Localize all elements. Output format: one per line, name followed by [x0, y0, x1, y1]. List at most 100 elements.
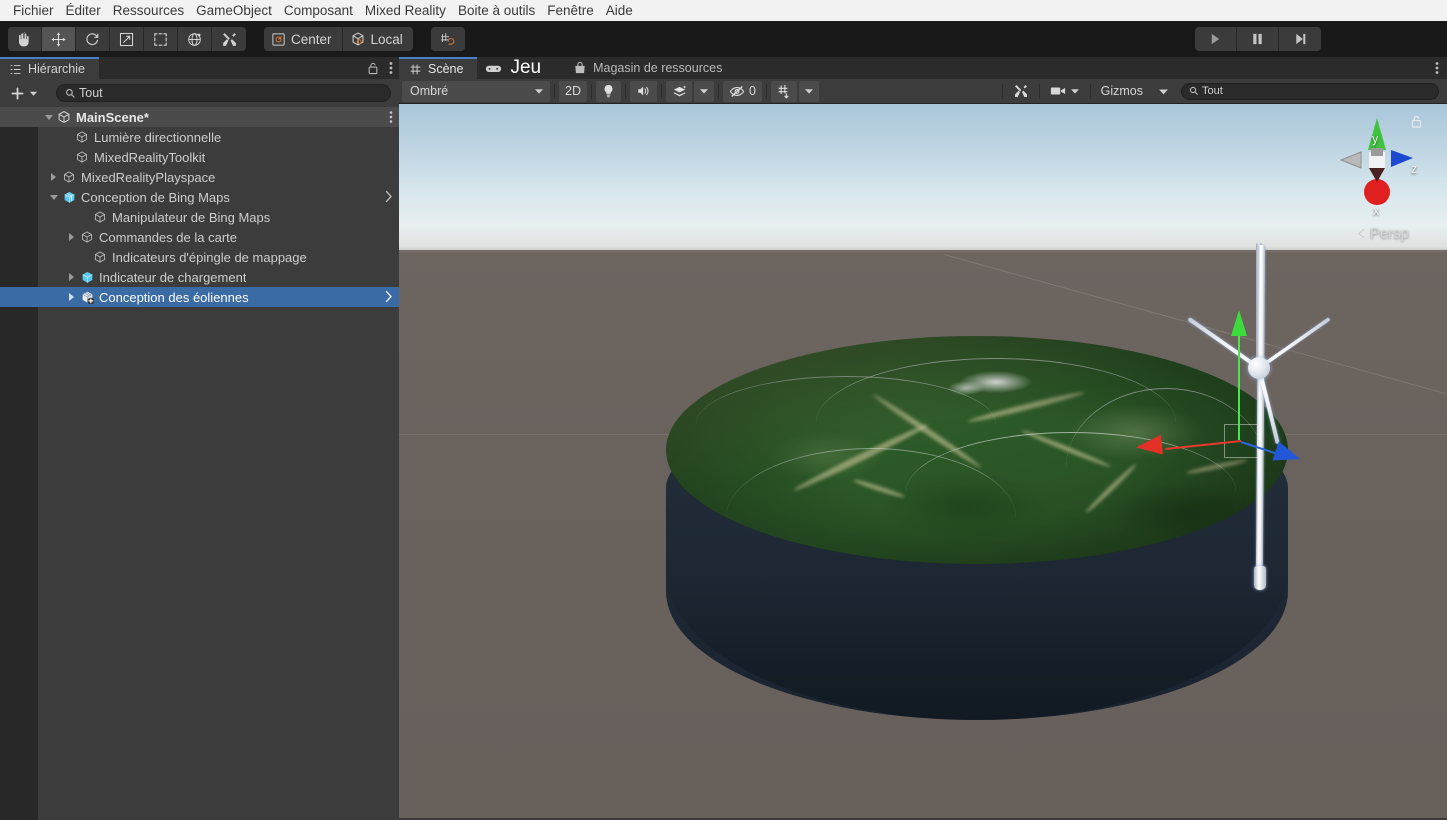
- tab-scene-label: Scène: [428, 62, 464, 76]
- turbine-mast: [1255, 245, 1266, 585]
- hierarchy-tab-tools: [367, 57, 393, 79]
- view-gizmo-projection-label: Persp: [1369, 225, 1409, 242]
- grid-snap-button[interactable]: [430, 27, 465, 51]
- gizmos-button[interactable]: Gizmos: [1095, 81, 1149, 102]
- audio-toggle-button[interactable]: [629, 80, 657, 102]
- menu-item-composant[interactable]: Composant: [278, 0, 359, 21]
- hierarchy-row-lumiere-directionnelle[interactable]: Lumière directionnelle: [0, 127, 399, 147]
- hierarchy-row-label: MainScene*: [76, 109, 149, 125]
- hand-tool-button[interactable]: [8, 27, 42, 51]
- play-button[interactable]: [1195, 27, 1237, 51]
- twisty-down-icon[interactable]: [47, 194, 60, 200]
- gameobject-icon: [73, 130, 91, 144]
- scene-icon: [55, 110, 73, 124]
- menu-item-fichier[interactable]: Fichier: [7, 0, 60, 21]
- wind-turbine-model[interactable]: [399, 104, 1447, 818]
- draw-mode-dropdown[interactable]: Ombré: [402, 80, 550, 102]
- pivot-mode-label: Center: [291, 31, 332, 47]
- transform-tool-button[interactable]: [178, 27, 212, 51]
- lighting-toggle-button[interactable]: [595, 80, 621, 102]
- scene-fx-button[interactable]: [665, 80, 692, 102]
- toolbar-separator: [1038, 83, 1040, 99]
- prefab-open-chevron-icon[interactable]: [385, 190, 393, 206]
- scene-camera-button[interactable]: [1044, 81, 1086, 102]
- turbine-hub: [1248, 357, 1270, 379]
- twisty-down-icon[interactable]: [42, 114, 55, 120]
- menu-item-editer[interactable]: Éditer: [60, 0, 107, 21]
- tab-hierarchie[interactable]: Hiérarchie: [0, 57, 99, 79]
- grid-snap-scene-button[interactable]: [770, 80, 797, 102]
- hierarchy-row-conception-de-bing-maps[interactable]: Conception de Bing Maps: [0, 187, 399, 207]
- scene-row-menu-icon[interactable]: [389, 110, 393, 127]
- rotate-tool-button[interactable]: [76, 27, 110, 51]
- hierarchy-row-conception-des-eoliennes[interactable]: Conception des éoliennes: [0, 287, 399, 307]
- hierarchy-search-input[interactable]: Tout: [56, 84, 391, 102]
- gizmos-label: Gizmos: [1100, 84, 1143, 98]
- turbine-base: [1254, 566, 1266, 590]
- hierarchy-menu-icon[interactable]: [389, 61, 393, 75]
- menu-bar: Fichier Éditer Ressources GameObject Com…: [0, 0, 1447, 21]
- toolbar-separator: [717, 83, 719, 99]
- pivot-mode-button[interactable]: Center: [264, 27, 343, 51]
- unity-editor-window: Fichier Éditer Ressources GameObject Com…: [0, 0, 1447, 820]
- view-gizmo-y-label: y: [1372, 132, 1379, 146]
- hidden-objects-button[interactable]: 0: [722, 80, 762, 102]
- playback-controls: [1195, 27, 1321, 51]
- hierarchy-row-indicateurs-epingle-mappage[interactable]: Indicateurs d'épingle de mappage: [0, 247, 399, 267]
- hierarchy-row-label: Commandes de la carte: [99, 229, 238, 245]
- view-gizmo-axes[interactable]: [1329, 110, 1425, 210]
- scene-search-input[interactable]: Tout: [1181, 82, 1439, 100]
- draw-mode-label: Ombré: [410, 84, 449, 98]
- hierarchy-row-mainscene[interactable]: MainScene*: [0, 107, 399, 127]
- hierarchy-row-commandes-de-la-carte[interactable]: Commandes de la carte: [0, 227, 399, 247]
- gizmos-dropdown[interactable]: [1151, 81, 1176, 102]
- hierarchy-tree: MainScene* Lumière directionnelle MixedR…: [0, 107, 399, 820]
- hierarchy-search-text: Tout: [79, 86, 103, 100]
- hierarchy-search-bar: Tout: [0, 79, 399, 107]
- hierarchy-row-label: MixedRealityPlayspace: [81, 169, 216, 185]
- menu-item-aide[interactable]: Aide: [600, 0, 639, 21]
- menu-item-gameobject[interactable]: GameObject: [190, 0, 278, 21]
- prefab-open-chevron-icon[interactable]: [385, 290, 393, 306]
- tab-jeu[interactable]: Jeu: [477, 57, 555, 79]
- lock-icon[interactable]: [367, 61, 379, 75]
- space-mode-button[interactable]: Local: [342, 27, 413, 51]
- rect-tool-button[interactable]: [144, 27, 178, 51]
- scene-viewport[interactable]: y z x Persp: [399, 104, 1447, 818]
- twisty-right-icon[interactable]: [47, 173, 60, 181]
- toggle-2d-button[interactable]: 2D: [559, 80, 587, 102]
- move-tool-button[interactable]: [42, 27, 76, 51]
- hierarchy-row-mixedrealityplayspace[interactable]: MixedRealityPlayspace: [0, 167, 399, 187]
- menu-item-ressources[interactable]: Ressources: [107, 0, 190, 21]
- hierarchy-row-indicateur-de-chargement[interactable]: Indicateur de chargement: [0, 267, 399, 287]
- tab-magasin-de-ressources[interactable]: Magasin de ressources: [555, 57, 736, 79]
- step-button[interactable]: [1279, 27, 1321, 51]
- custom-tool-button[interactable]: [212, 27, 246, 51]
- scene-tab-bar: Scène Jeu Magasin de ressources: [399, 57, 1447, 79]
- scene-fx-dropdown[interactable]: [693, 80, 714, 102]
- view-gizmo-projection[interactable]: Persp: [1356, 225, 1409, 242]
- twisty-right-icon[interactable]: [65, 293, 78, 301]
- view-orientation-gizmo[interactable]: y z x Persp: [1329, 110, 1425, 242]
- hidden-objects-count: 0: [748, 84, 756, 98]
- twisty-right-icon[interactable]: [65, 233, 78, 241]
- pause-button[interactable]: [1237, 27, 1279, 51]
- prefab-variant-icon: [60, 190, 78, 205]
- menu-item-boite-a-outils[interactable]: Boite à outils: [452, 0, 541, 21]
- twisty-right-icon[interactable]: [65, 273, 78, 281]
- prefab-variant-icon: [78, 290, 96, 305]
- turbine-blade: [1257, 317, 1331, 370]
- menu-item-fenetre[interactable]: Fenêtre: [541, 0, 600, 21]
- view-gizmo-x-label: x: [1373, 204, 1380, 218]
- add-gameobject-button[interactable]: [6, 86, 42, 101]
- scene-panel-menu-icon[interactable]: [1435, 57, 1439, 79]
- transform-tools-group: [8, 27, 246, 51]
- tab-magasin-label: Magasin de ressources: [593, 61, 723, 75]
- menu-item-mixed-reality[interactable]: Mixed Reality: [359, 0, 452, 21]
- hierarchy-row-mixedrealitytoolkit[interactable]: MixedRealityToolkit: [0, 147, 399, 167]
- hierarchy-row-manipulateur-de-bing-maps[interactable]: Manipulateur de Bing Maps: [0, 207, 399, 227]
- tab-scene[interactable]: Scène: [399, 57, 478, 79]
- grid-snap-dropdown[interactable]: [798, 80, 819, 102]
- scale-tool-button[interactable]: [110, 27, 144, 51]
- scene-tools-button[interactable]: [1007, 81, 1035, 102]
